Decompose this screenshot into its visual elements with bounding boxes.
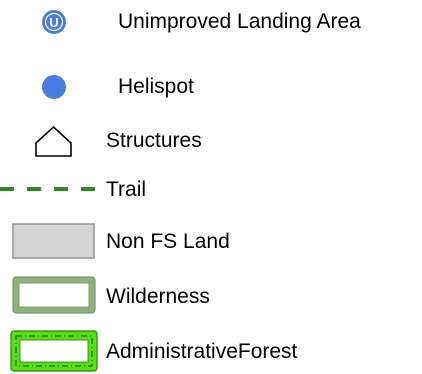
legend-label-unimproved-landing-area: Unimproved Landing Area: [118, 10, 361, 33]
legend-item-helispot: Helispot: [0, 65, 422, 109]
legend-item-non-fs-land: Non FS Land: [0, 220, 422, 264]
legend-label-helispot: Helispot: [118, 75, 194, 98]
helispot-icon: [0, 65, 110, 109]
legend-item-administrative-forest: AdministrativeForest: [0, 330, 422, 374]
legend-item-wilderness: Wilderness: [0, 275, 422, 319]
unimproved-landing-area-icon: U: [0, 0, 110, 44]
administrative-forest-icon: [0, 330, 110, 374]
legend-item-trail: Trail: [0, 168, 422, 212]
unimproved-landing-area-letter: U: [49, 15, 58, 30]
legend-label-wilderness: Wilderness: [106, 285, 210, 308]
structures-icon: [0, 119, 110, 163]
wilderness-icon: [0, 275, 110, 319]
trail-icon: [0, 168, 110, 212]
legend-item-unimproved-landing-area: U Unimproved Landing Area: [0, 0, 422, 44]
legend-label-administrative-forest: AdministrativeForest: [106, 340, 298, 363]
legend-label-trail: Trail: [106, 178, 147, 201]
map-legend: U Unimproved Landing Area Helispot Struc…: [0, 0, 422, 373]
legend-label-structures: Structures: [106, 129, 202, 152]
non-fs-land-icon: [0, 220, 110, 264]
legend-item-structures: Structures: [0, 119, 422, 163]
legend-label-non-fs-land: Non FS Land: [106, 230, 230, 253]
